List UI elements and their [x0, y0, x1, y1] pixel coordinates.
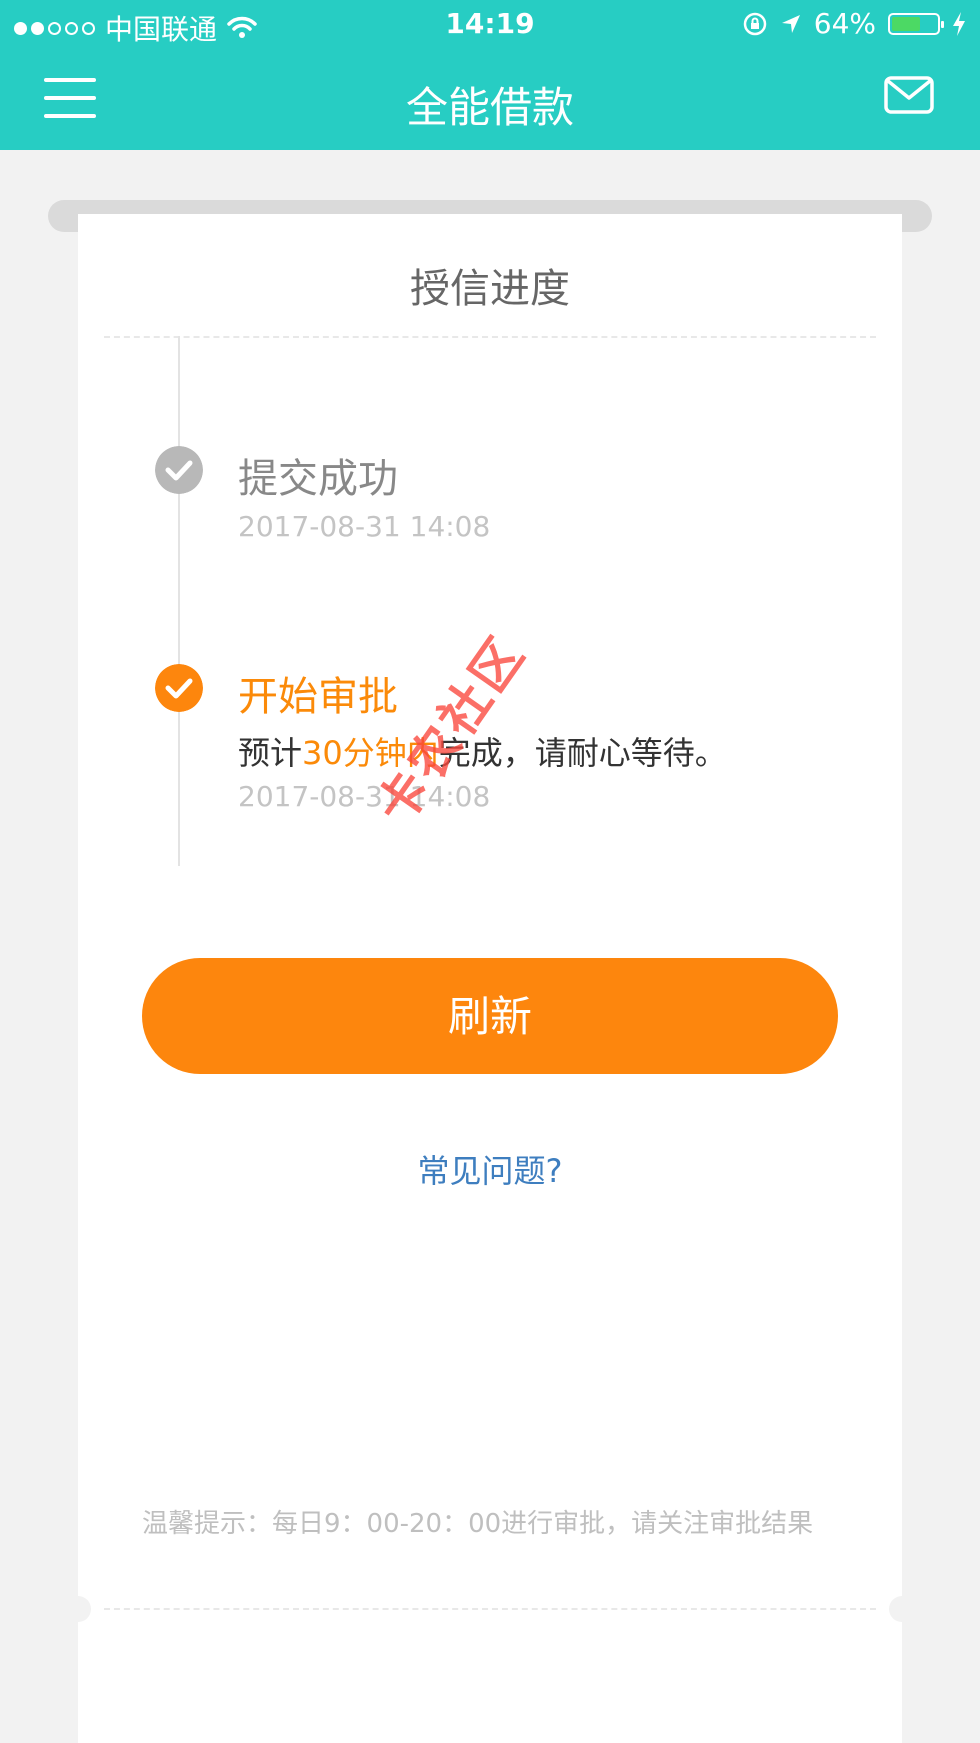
status-bar: 中国联通 14:19 64% — [0, 0, 980, 50]
step-active-check-icon — [155, 664, 203, 712]
nav-bar: 全能借款 — [0, 50, 980, 150]
battery-icon — [888, 12, 944, 35]
faq-link[interactable]: 常见问题? — [78, 1146, 902, 1192]
divider — [104, 336, 876, 338]
status-right: 64% — [742, 7, 966, 40]
divider — [104, 1608, 876, 1610]
battery-percent: 64% — [813, 7, 876, 40]
orientation-lock-icon — [743, 12, 767, 35]
page-title: 全能借款 — [405, 83, 574, 132]
ticket-notch — [889, 1596, 915, 1622]
credit-progress-card: 授信进度 提交成功 2017-08-31 14:08 开始审批 预计30分钟内完… — [65, 214, 915, 1743]
ticket-notch — [65, 1596, 91, 1622]
mail-icon[interactable] — [884, 76, 934, 114]
step-done-check-icon — [155, 446, 203, 494]
tip-text: 温馨提示：每日9：00-20：00进行审批，请关注审批结果 — [142, 1509, 814, 1539]
desc-prefix: 预计 — [238, 734, 303, 772]
step-time: 2017-08-31 14:08 — [238, 510, 491, 543]
refresh-button[interactable]: 刷新 — [142, 958, 838, 1074]
location-arrow-icon — [781, 14, 800, 33]
charging-bolt-icon — [953, 11, 965, 36]
step-title: 开始审批 — [238, 674, 398, 720]
card-title: 授信进度 — [410, 266, 570, 312]
timeline-line — [178, 336, 180, 866]
step-title: 提交成功 — [238, 456, 398, 502]
